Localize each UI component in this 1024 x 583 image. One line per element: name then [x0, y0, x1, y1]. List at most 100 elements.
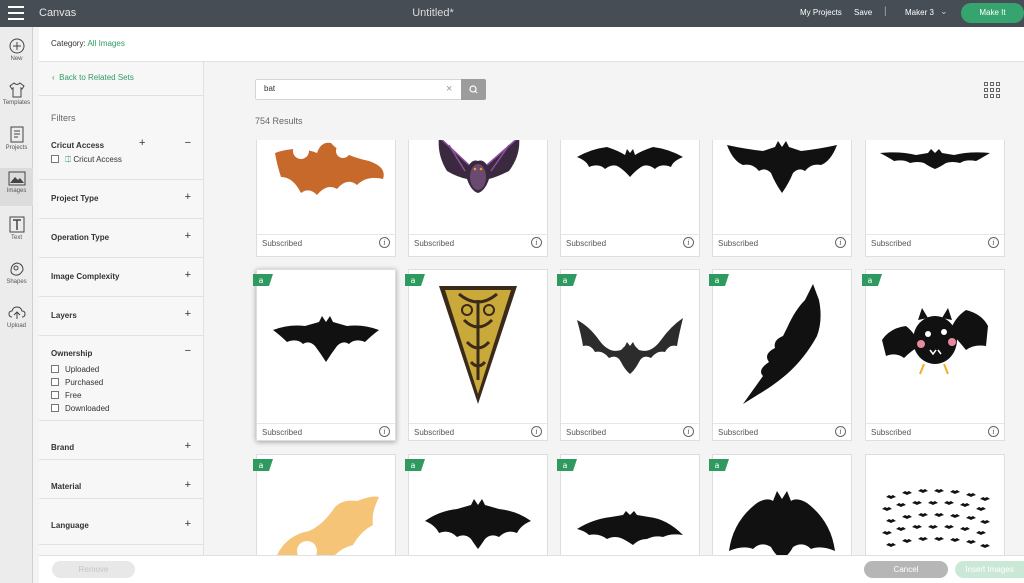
rail-text[interactable]: Text: [0, 216, 33, 241]
plus-icon[interactable]: +: [185, 308, 191, 320]
subscribed-label: Subscribed: [718, 239, 759, 248]
info-icon[interactable]: i: [988, 426, 999, 437]
card-footer: Subscribed i: [713, 234, 851, 251]
filter-section-project-type[interactable]: Project Type +: [39, 180, 204, 219]
subscribed-label: Subscribed: [262, 239, 303, 248]
image-card[interactable]: a Subscribed i: [709, 269, 852, 441]
info-icon[interactable]: i: [379, 237, 390, 248]
image-card[interactable]: a Subscribed i: [405, 269, 548, 441]
filter-name: Cricut Access: [51, 141, 105, 150]
document-title[interactable]: Untitled*: [0, 7, 866, 19]
rail-projects[interactable]: Projects: [0, 126, 33, 151]
chevron-down-icon[interactable]: ⌄: [940, 6, 948, 17]
option-label: Cricut Access: [73, 155, 122, 164]
option-label: Uploaded: [65, 365, 100, 374]
make-it-button[interactable]: Make It: [961, 3, 1024, 23]
checkbox[interactable]: [51, 404, 59, 412]
filter-option-cricut-access[interactable]: ⎅ Cricut Access: [51, 155, 122, 165]
results-count: 754 Results: [255, 116, 303, 126]
subscribed-label: Subscribed: [871, 428, 912, 437]
plus-icon[interactable]: +: [185, 479, 191, 491]
filter-section-language[interactable]: Language +: [39, 499, 204, 545]
image-card[interactable]: a: [253, 454, 396, 555]
filter-name: Operation Type: [51, 233, 110, 242]
plus-icon[interactable]: +: [139, 137, 145, 149]
checkbox[interactable]: [51, 391, 59, 399]
image-card[interactable]: a Subscribed i: [253, 269, 396, 441]
insert-images-button[interactable]: Insert Images: [955, 561, 1024, 578]
image-card[interactable]: [865, 454, 1005, 555]
filter-option-purchased[interactable]: Purchased: [51, 378, 103, 387]
category-bar: Category: All Images: [39, 27, 1024, 62]
back-to-related-sets-link[interactable]: ‹ Back to Related Sets: [52, 73, 134, 82]
info-icon[interactable]: i: [835, 426, 846, 437]
info-icon[interactable]: i: [683, 426, 694, 437]
search-icon: [469, 85, 478, 94]
category-value-link[interactable]: All Images: [87, 39, 124, 48]
filter-section-image-complexity[interactable]: Image Complexity +: [39, 258, 204, 297]
filter-section-layers[interactable]: Layers +: [39, 297, 204, 336]
rail-shapes[interactable]: Shapes: [0, 260, 33, 285]
image-card[interactable]: a Subscribed i: [557, 269, 700, 441]
plus-icon[interactable]: +: [185, 269, 191, 281]
filter-section-brand[interactable]: Brand +: [39, 421, 204, 460]
info-icon[interactable]: i: [988, 237, 999, 248]
filter-option-free[interactable]: Free: [51, 391, 81, 400]
upload-icon: [7, 306, 26, 319]
bat-image-orange: [275, 142, 384, 195]
checkbox[interactable]: [51, 155, 59, 163]
card-footer: Subscribed i: [866, 423, 1004, 440]
search-button[interactable]: [461, 79, 486, 100]
divider: [39, 95, 204, 96]
machine-selector[interactable]: Maker 3: [905, 8, 934, 17]
filter-section-cricut-access: Cricut Access + − ⎅ Cricut Access: [39, 134, 204, 180]
checkbox[interactable]: [51, 365, 59, 373]
filter-section-operation-type[interactable]: Operation Type +: [39, 219, 204, 258]
rail-new[interactable]: New: [0, 38, 33, 62]
bat-pennant-image: [439, 286, 517, 404]
image-card[interactable]: a: [709, 454, 852, 555]
image-card[interactable]: Subscribed i: [865, 140, 1005, 257]
bat-image-black: [727, 141, 837, 193]
clear-search-icon[interactable]: ×: [446, 83, 452, 95]
info-icon[interactable]: i: [683, 237, 694, 248]
checkbox[interactable]: [51, 378, 59, 386]
my-projects-link[interactable]: My Projects: [800, 8, 842, 17]
search-input[interactable]: [264, 84, 444, 93]
plus-icon[interactable]: +: [185, 518, 191, 530]
image-card[interactable]: Subscribed i: [560, 140, 700, 257]
filter-name: Language: [51, 521, 89, 530]
save-link[interactable]: Save: [854, 8, 872, 17]
remove-button[interactable]: Remove: [52, 561, 135, 578]
filter-option-uploaded[interactable]: Uploaded: [51, 365, 99, 374]
rail-label: Projects: [5, 145, 28, 151]
plus-icon[interactable]: +: [185, 440, 191, 452]
subscribed-label: Subscribed: [718, 428, 759, 437]
rail-upload[interactable]: Upload: [0, 305, 33, 329]
filter-section-material[interactable]: Material +: [39, 460, 204, 499]
info-icon[interactable]: i: [531, 237, 542, 248]
info-icon[interactable]: i: [835, 237, 846, 248]
bat-image-black: [729, 491, 835, 555]
card-footer: Subscribed i: [257, 423, 395, 440]
rail-images[interactable]: Images: [0, 168, 33, 206]
card-footer: Subscribed i: [561, 423, 699, 440]
image-card[interactable]: a: [405, 454, 548, 555]
image-card[interactable]: Subscribed i: [256, 140, 396, 257]
image-card[interactable]: a Subscribed i: [862, 269, 1005, 441]
plus-icon[interactable]: +: [185, 230, 191, 242]
minus-icon[interactable]: −: [185, 137, 191, 149]
cute-bat-image: [882, 308, 988, 375]
filter-option-downloaded[interactable]: Downloaded: [51, 404, 109, 413]
cancel-button[interactable]: Cancel: [864, 561, 948, 578]
image-card[interactable]: a: [557, 454, 700, 555]
shirt-icon: [8, 82, 25, 98]
image-card[interactable]: Subscribed i: [712, 140, 852, 257]
info-icon[interactable]: i: [531, 426, 542, 437]
grid-view-icon[interactable]: [984, 82, 1001, 99]
rail-templates[interactable]: Templates: [0, 82, 33, 106]
minus-icon[interactable]: −: [185, 345, 191, 357]
image-card[interactable]: Subscribed i: [408, 140, 548, 257]
info-icon[interactable]: i: [379, 426, 390, 437]
plus-icon[interactable]: +: [185, 191, 191, 203]
